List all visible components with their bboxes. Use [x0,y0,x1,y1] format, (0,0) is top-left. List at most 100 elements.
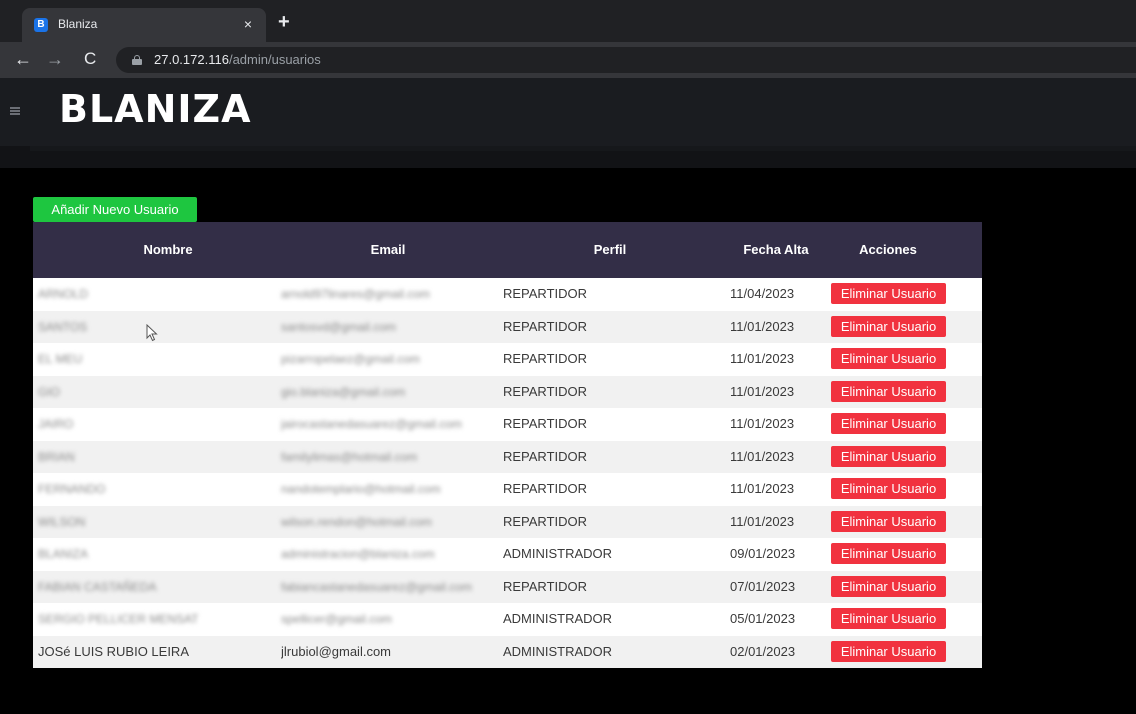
address-bar[interactable]: 27.0.172.116/admin/usuarios [116,47,1136,73]
table-row: WILSON wilson.rendon@hotmail.com REPARTIDO… [33,505,982,538]
table-row: FERNANDO nandotemplario@hotmail.com REPART… [33,473,982,506]
url-path: /admin/usuarios [228,52,321,67]
table-row: GIO gio.blaniza@gmail.com REPARTIDOR 11/01/… [33,375,982,408]
cell-fecha-alta: 05/01/2023 [730,611,796,626]
cell-email: gio.blaniza@gmail.com [281,384,406,399]
cell-nombre: BRIAN [38,449,75,464]
cell-perfil: REPARTIDOR [503,481,588,496]
users-table: Nombre Email Perfil Fecha Alta Acciones … [33,222,982,668]
cell-email: nandotemplario@hotmail.com [281,482,441,496]
cell-email: arnold97linares@gmail.com [281,287,430,301]
delete-user-button[interactable]: Eliminar Usuario [831,478,946,499]
delete-user-button[interactable]: Eliminar Usuario [831,575,946,597]
table-row: FABIAN CASTAÑEDA fabiancastanedasuarez@gm… [33,570,982,603]
cell-perfil: ADMINISTRADOR [503,611,613,626]
cell-fecha-alta: 11/01/2023 [730,383,795,399]
cell-perfil: ADMINISTRADOR [503,546,613,561]
cell-email: jairocastanedasuarez@gmail.com [281,417,462,431]
cell-nombre: SERGIO PELLICER MENSAT [38,612,199,626]
delete-user-button[interactable]: Eliminar Usuario [831,510,946,532]
cell-nombre: ARNOLD [38,287,89,301]
cell-nombre: FERNANDO [38,482,106,496]
table-row: SERGIO PELLICER MENSAT spellicer@gmail.co… [33,603,982,636]
cell-perfil: REPARTIDOR [503,351,588,366]
lock-icon[interactable] [132,55,142,65]
cell-fecha-alta: 11/01/2023 [730,513,795,529]
cell-nombre: WILSON [38,514,86,529]
cell-fecha-alta: 11/04/2023 [730,286,795,301]
cell-perfil: REPARTIDOR [503,383,588,399]
new-tab-icon[interactable]: + [278,12,290,32]
delete-user-button[interactable]: Eliminar Usuario [831,543,946,564]
column-header-nombre: Nombre [143,242,193,257]
cell-nombre: BLANIZA [38,547,89,561]
column-header-acciones: Acciones [859,242,917,257]
header-stripe [30,146,1136,151]
hamburger-menu-icon[interactable] [10,107,20,115]
cell-fecha-alta: 07/01/2023 [730,578,796,594]
cell-email: jlrubiol@gmail.com [281,643,392,659]
cell-fecha-alta: 11/01/2023 [730,448,795,464]
brand-logo[interactable]: BLANIZA [59,87,252,131]
delete-user-button[interactable]: Eliminar Usuario [831,380,946,402]
cell-fecha-alta: 02/01/2023 [730,643,796,659]
table-body: ARNOLD arnold97linares@gmail.com REPARTIDO… [33,278,982,668]
close-tab-icon[interactable]: × [244,15,252,33]
cell-nombre: JAIRO [38,417,74,431]
cell-email: administracion@blaniza.com [281,547,435,561]
cell-fecha-alta: 11/01/2023 [730,318,795,334]
cell-email: familylimas@hotmail.com [281,449,418,464]
table-row: EL MEU pizarropelaez@gmail.com REPARTIDOR 1… [33,343,982,376]
column-header-email: Email [370,242,406,257]
table-header: Nombre Email Perfil Fecha Alta Acciones [33,222,982,278]
cell-perfil: REPARTIDOR [503,513,588,529]
cell-fecha-alta: 11/01/2023 [730,481,795,496]
cell-perfil: ADMINISTRADOR [503,643,613,659]
cell-nombre: JOSé LUIS RUBIO LEIRA [38,643,189,659]
cell-email: pizarropelaez@gmail.com [281,352,420,366]
browser-chrome: B Blaniza × + ← → C 27.0.172.116/admin/u… [0,0,1136,78]
back-arrow-icon[interactable]: ← [14,49,32,69]
delete-user-button[interactable]: Eliminar Usuario [831,608,946,629]
table-row: BLANIZA administracion@blaniza.com ADMINIS… [33,538,982,571]
cell-perfil: REPARTIDOR [503,416,588,431]
delete-user-button[interactable]: Eliminar Usuario [831,640,946,662]
forward-arrow-icon[interactable]: → [46,49,64,69]
mouse-cursor-icon [146,324,158,342]
table-row: ARNOLD arnold97linares@gmail.com REPARTIDO… [33,278,982,311]
browser-tab[interactable]: B Blaniza × [22,8,266,42]
url-host: 27.0.172.116 [154,52,229,67]
cell-fecha-alta: 09/01/2023 [730,546,796,561]
tab-bar: B Blaniza × + [0,0,1136,42]
cell-perfil: REPARTIDOR [503,318,588,334]
tab-title: Blaniza [58,17,98,31]
cell-nombre: EL MEU [38,352,83,366]
cell-nombre: GIO [38,384,61,399]
url-text[interactable]: 27.0.172.116/admin/usuarios [154,52,321,67]
table-row: JAIRO jairocastanedasuarez@gmail.com REPAR… [33,408,982,441]
cell-fecha-alta: 11/01/2023 [730,416,795,431]
cell-email: spellicer@gmail.com [281,612,392,626]
delete-user-button[interactable]: Eliminar Usuario [831,315,946,337]
cell-fecha-alta: 11/01/2023 [730,351,795,366]
cell-email: fabiancastanedasuarez@gmail.com [281,579,472,594]
cell-perfil: REPARTIDOR [503,448,588,464]
delete-user-button[interactable]: Eliminar Usuario [831,348,946,369]
delete-user-button[interactable]: Eliminar Usuario [831,413,946,434]
table-row: SANTOS santosvd@gmail.com REPARTIDOR 11/01/… [33,310,982,343]
favicon-icon: B [34,18,48,32]
cell-perfil: REPARTIDOR [503,578,588,594]
cell-email: santosvd@gmail.com [281,319,396,334]
reload-icon[interactable]: C [84,49,96,69]
table-row: BRIAN familylimas@hotmail.com REPARTIDOR 11… [33,440,982,473]
table-row: JOSé LUIS RUBIO LEIRA jlrubiol@gmail.com A… [33,635,982,668]
add-user-button[interactable]: Añadir Nuevo Usuario [33,197,197,222]
browser-toolbar: ← → C 27.0.172.116/admin/usuarios [0,42,1136,78]
cell-nombre: FABIAN CASTAÑEDA [38,579,157,594]
column-header-perfil: Perfil [593,242,627,257]
cell-email: wilson.rendon@hotmail.com [281,514,432,529]
column-header-fecha: Fecha Alta [743,242,809,257]
delete-user-button[interactable]: Eliminar Usuario [831,445,946,467]
cell-perfil: REPARTIDOR [503,286,588,301]
delete-user-button[interactable]: Eliminar Usuario [831,283,946,304]
